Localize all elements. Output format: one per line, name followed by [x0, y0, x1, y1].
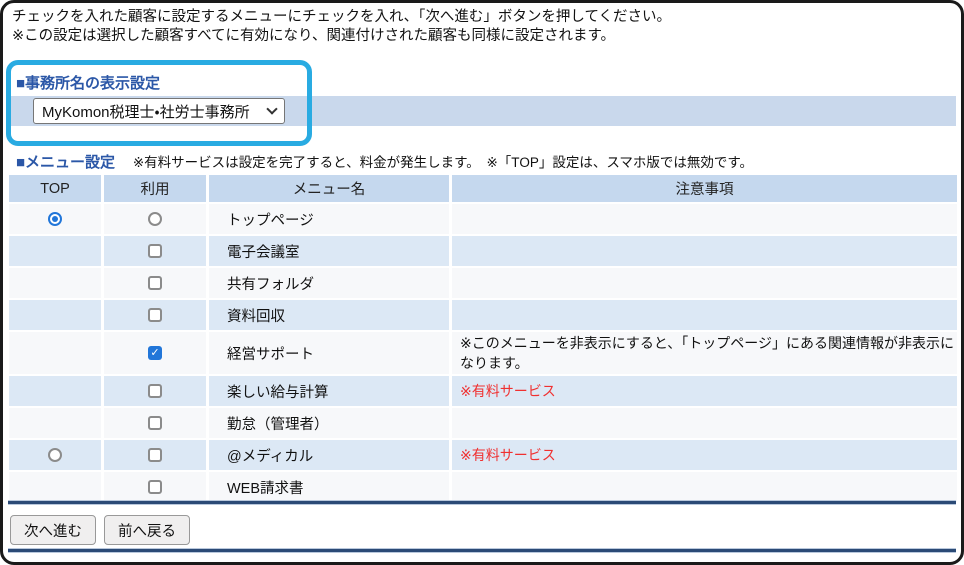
column-header-menu-name: メニュー名 — [209, 175, 449, 202]
menu-name: 資料回収 — [209, 300, 449, 330]
intro-text: チェックを入れた顧客に設定するメニューにチェックを入れ、「次へ進む」ボタンを押し… — [12, 8, 671, 46]
next-button[interactable]: 次へ進む — [10, 515, 96, 545]
table-row: 電子会議室 — [9, 236, 957, 266]
column-header-top: TOP — [9, 175, 101, 202]
note-cell — [452, 236, 957, 266]
intro-line-2: ※この設定は選択した顧客すべてに有効になり、関連付けされた顧客も同様に設定されま… — [12, 27, 671, 46]
use-cell — [104, 236, 206, 266]
table-row: トップページ — [9, 204, 957, 234]
use-control[interactable] — [148, 416, 162, 430]
menu-settings-table: TOP 利用 メニュー名 注意事項 トップページ 電子会議室 共有フォルダ 資料… — [6, 173, 960, 504]
menu-name: 電子会議室 — [209, 236, 449, 266]
menu-name: トップページ — [209, 204, 449, 234]
table-row: WEB請求書 — [9, 472, 957, 502]
column-header-notes: 注意事項 — [452, 175, 957, 202]
note-cell: ※このメニューを非表示にすると、「トップページ」にある関連情報が非表示になります… — [452, 332, 957, 374]
top-cell — [9, 204, 101, 234]
use-cell — [104, 440, 206, 470]
note-cell — [452, 268, 957, 298]
divider-line — [8, 500, 956, 505]
top-cell — [9, 440, 101, 470]
table-row: 資料回収 — [9, 300, 957, 330]
note-cell — [452, 204, 957, 234]
chevron-down-icon — [266, 103, 277, 114]
office-name-row: MyKomon税理士・社労士事務所 — [8, 96, 956, 126]
intro-line-1: チェックを入れた顧客に設定するメニューにチェックを入れ、「次へ進む」ボタンを押し… — [12, 8, 671, 27]
back-button[interactable]: 前へ戻る — [104, 515, 190, 545]
menu-name: 楽しい給与計算 — [209, 376, 449, 406]
note-text: ※有料サービス — [460, 447, 556, 463]
use-control[interactable] — [148, 384, 162, 398]
table-row: @メディカル ※有料サービス — [9, 440, 957, 470]
note-cell: ※有料サービス — [452, 376, 957, 406]
use-cell — [104, 408, 206, 438]
use-cell — [104, 376, 206, 406]
menu-name: WEB請求書 — [209, 472, 449, 502]
top-cell — [9, 236, 101, 266]
menu-section-heading: ■メニュー設定 — [16, 154, 115, 171]
divider-line — [8, 548, 956, 553]
column-header-use: 利用 — [104, 175, 206, 202]
note-cell — [452, 300, 957, 330]
use-cell — [104, 268, 206, 298]
menu-name: 経営サポート — [209, 332, 449, 374]
note-text: ※有料サービス — [460, 383, 556, 399]
use-cell — [104, 300, 206, 330]
use-control[interactable] — [148, 346, 162, 360]
table-row: 楽しい給与計算 ※有料サービス — [9, 376, 957, 406]
note-cell — [452, 472, 957, 502]
use-control[interactable] — [148, 212, 162, 226]
use-control[interactable] — [148, 276, 162, 290]
use-control[interactable] — [148, 308, 162, 322]
top-cell — [9, 300, 101, 330]
use-cell — [104, 204, 206, 234]
top-radio[interactable] — [48, 448, 62, 462]
office-name-select[interactable]: MyKomon税理士・社労士事務所 — [33, 98, 285, 124]
office-name-section-heading: ■事務所名の表示設定 — [16, 72, 160, 93]
use-control[interactable] — [148, 244, 162, 258]
use-cell — [104, 472, 206, 502]
table-row: 経営サポート ※このメニューを非表示にすると、「トップページ」にある関連情報が非… — [9, 332, 957, 374]
top-cell — [9, 268, 101, 298]
settings-page: チェックを入れた顧客に設定するメニューにチェックを入れ、「次へ進む」ボタンを押し… — [0, 0, 964, 565]
button-row: 次へ進む 前へ戻る — [10, 515, 190, 545]
menu-section-note: ※有料サービスは設定を完了すると、料金が発生します。 ※「TOP」設定は、スマホ… — [133, 155, 753, 170]
top-cell — [9, 408, 101, 438]
note-text: ※このメニューを非表示にすると、「トップページ」にある関連情報が非表示になります… — [460, 335, 954, 371]
office-name-select-value: MyKomon税理士・社労士事務所 — [42, 101, 250, 122]
table-row: 共有フォルダ — [9, 268, 957, 298]
use-control[interactable] — [148, 480, 162, 494]
top-cell — [9, 472, 101, 502]
menu-section-header: ■メニュー設定 ※有料サービスは設定を完了すると、料金が発生します。 ※「TOP… — [16, 151, 753, 172]
table-header-row: TOP 利用 メニュー名 注意事項 — [9, 175, 957, 202]
top-cell — [9, 332, 101, 374]
top-radio[interactable] — [48, 212, 62, 226]
table-row: 勤怠（管理者） — [9, 408, 957, 438]
note-cell — [452, 408, 957, 438]
use-cell — [104, 332, 206, 374]
use-control[interactable] — [148, 448, 162, 462]
menu-name: @メディカル — [209, 440, 449, 470]
top-cell — [9, 376, 101, 406]
menu-name: 共有フォルダ — [209, 268, 449, 298]
menu-name: 勤怠（管理者） — [209, 408, 449, 438]
note-cell: ※有料サービス — [452, 440, 957, 470]
